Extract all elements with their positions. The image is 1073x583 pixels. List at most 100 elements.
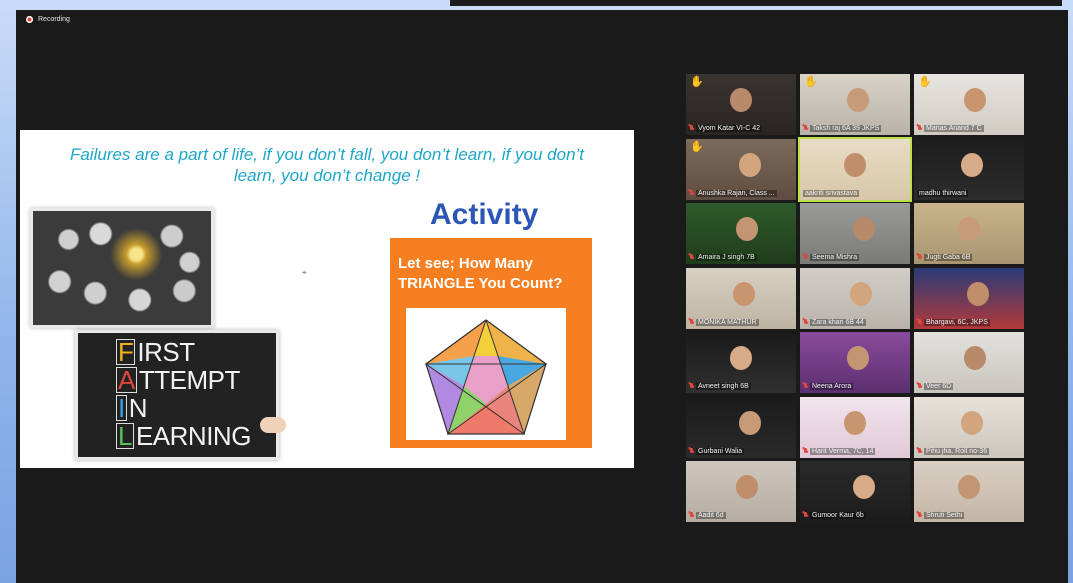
participant-name-row: Neena Arora [803, 383, 854, 390]
meeting-window: Recording Failures are a part of life, i… [16, 10, 1068, 583]
participant-tile[interactable]: Seema Mishra [800, 203, 910, 264]
participant-name: Pihu jha. Roll no-36 [924, 447, 990, 455]
participant-face [733, 281, 755, 306]
participant-tile[interactable]: ✋ Anushka Rajan, Class ... [686, 138, 796, 200]
participant-tile[interactable]: ✋ Vyom Katar VI-C 42 [686, 74, 796, 135]
participant-face [844, 410, 866, 435]
participant-tile[interactable]: Bhargavi, 6C, JKPS [914, 267, 1024, 329]
participant-face [736, 217, 758, 241]
muted-mic-icon [917, 447, 922, 455]
participant-name-row: Amaira J singh 7B [689, 254, 757, 261]
raised-hand-icon: ✋ [918, 76, 932, 88]
participant-name: Vyom Katar VI-C 42 [696, 125, 762, 132]
participant-name-row: Zara khan 6B 44 [803, 318, 866, 326]
participant-face [853, 217, 875, 241]
muted-mic-icon [803, 383, 808, 390]
participant-tile[interactable]: aakriti srivastava [798, 136, 912, 202]
participant-face [850, 281, 872, 306]
participant-face [739, 410, 761, 435]
participant-name: Avneet singh 6B [696, 383, 751, 390]
muted-mic-icon [917, 254, 922, 261]
raised-hand-icon: ✋ [690, 76, 704, 88]
participant-face [736, 475, 758, 499]
participant-name-row: Jugti Gaba 6B [917, 254, 973, 261]
participant-face [964, 346, 986, 370]
muted-mic-icon [917, 512, 922, 519]
participant-name: Taksh raj 6A 39 JKPS [810, 125, 882, 132]
muted-mic-icon [689, 318, 694, 326]
participant-tile[interactable]: madhu thirwani [914, 138, 1024, 200]
participant-tile[interactable]: Gurbani Walia [686, 396, 796, 458]
participant-name-row: Manas Anand 7 C [917, 125, 984, 132]
participant-name-row: Harit Verma, 7C, 14 [803, 447, 876, 455]
participant-tile[interactable]: Veer 6D [914, 332, 1024, 393]
crumpled-paper-lightbulb-image [30, 208, 214, 328]
participant-face [847, 346, 869, 370]
participant-name-row: Taksh raj 6A 39 JKPS [803, 125, 882, 132]
participant-name-row: Gumoor Kaur 6b [803, 512, 866, 519]
muted-mic-icon [689, 512, 694, 519]
muted-mic-icon [689, 189, 694, 197]
muted-mic-icon [803, 125, 808, 132]
participant-name-row: Anushka Rajan, Class ... [689, 189, 777, 197]
recording-icon [26, 16, 33, 23]
participant-tile[interactable]: Avneet singh 6B [686, 332, 796, 393]
participant-name-row: MONIKA MATHUR [689, 318, 759, 326]
participant-name: MONIKA MATHUR [696, 318, 759, 326]
pentagram-figure [406, 308, 566, 440]
participant-tile[interactable]: Aadit 6d [686, 461, 796, 522]
fail-acronym-image: F IRST A TTEMPT IN L EARNING [75, 330, 286, 460]
participant-name: aakriti srivastava [803, 189, 860, 197]
participant-name-row: Aadit 6d [689, 512, 726, 519]
fail-word: EARNING [135, 421, 251, 451]
participant-face [961, 152, 983, 177]
participant-tile[interactable]: Zara khan 6B 44 [800, 267, 910, 329]
participant-name: Shruti Sethi [924, 512, 965, 519]
recording-indicator[interactable]: Recording [26, 16, 70, 23]
participant-tile[interactable]: MONIKA MATHUR [686, 267, 796, 329]
participant-face [958, 475, 980, 499]
participant-name: Aadit 6d [696, 512, 726, 519]
participant-tile[interactable]: Shruti Sethi [914, 461, 1024, 522]
muted-mic-icon [803, 447, 808, 455]
participant-tile[interactable]: Harit Verma, 7C, 14 [800, 396, 910, 458]
fail-word: IRST [137, 337, 195, 367]
participant-tile[interactable]: Jugti Gaba 6B [914, 203, 1024, 264]
muted-mic-icon [689, 125, 694, 132]
participant-name: Veer 6D [924, 383, 954, 390]
muted-mic-icon [689, 383, 694, 390]
hand-with-chalk-image [260, 417, 286, 433]
participant-name: Gumoor Kaur 6b [810, 512, 866, 519]
participant-name: Anushka Rajan, Class ... [696, 189, 777, 197]
participant-name-row: Avneet singh 6B [689, 383, 751, 390]
fail-line-4: L EARNING [116, 421, 251, 452]
triangle-puzzle-box: Let see; How Many TRIANGLE You Count? [390, 238, 592, 448]
participant-name-row: Gurbani Walia [689, 447, 745, 455]
fail-word: N [128, 393, 148, 423]
participant-name-row: Shruti Sethi [917, 512, 965, 519]
participant-face [847, 88, 869, 112]
fail-word: TTEMPT [138, 365, 241, 395]
participant-name-row: Veer 6D [917, 383, 954, 390]
puzzle-question-line-1: Let see; How Many [398, 255, 534, 272]
participant-tile[interactable]: Amaira J singh 7B [686, 203, 796, 264]
slide-quote: Failures are a part of life, if you don’… [69, 145, 585, 185]
participant-face [730, 346, 752, 370]
participant-name-row: Pihu jha. Roll no-36 [917, 447, 990, 455]
participant-tile[interactable]: Neena Arora [800, 332, 910, 393]
participant-name-row: madhu thirwani [917, 189, 969, 197]
participant-tile[interactable]: Pihu jha. Roll no-36 [914, 396, 1024, 458]
participant-name: Manas Anand 7 C [924, 125, 984, 132]
participant-name-row: Vyom Katar VI-C 42 [689, 125, 762, 132]
participant-name: Bhargavi, 6C, JKPS [924, 318, 990, 326]
participant-tile[interactable]: ✋ Manas Anand 7 C [914, 74, 1024, 135]
participant-face [964, 88, 986, 112]
muted-mic-icon [803, 254, 808, 261]
participant-tile[interactable]: ✋ Taksh raj 6A 39 JKPS [800, 74, 910, 135]
participant-name: Amaira J singh 7B [696, 254, 757, 261]
participant-name: Zara khan 6B 44 [810, 318, 866, 326]
participant-tile[interactable]: Gumoor Kaur 6b [800, 461, 910, 522]
fail-letter: L [116, 421, 134, 451]
participant-name: Neena Arora [810, 383, 854, 390]
muted-mic-icon [917, 318, 922, 326]
